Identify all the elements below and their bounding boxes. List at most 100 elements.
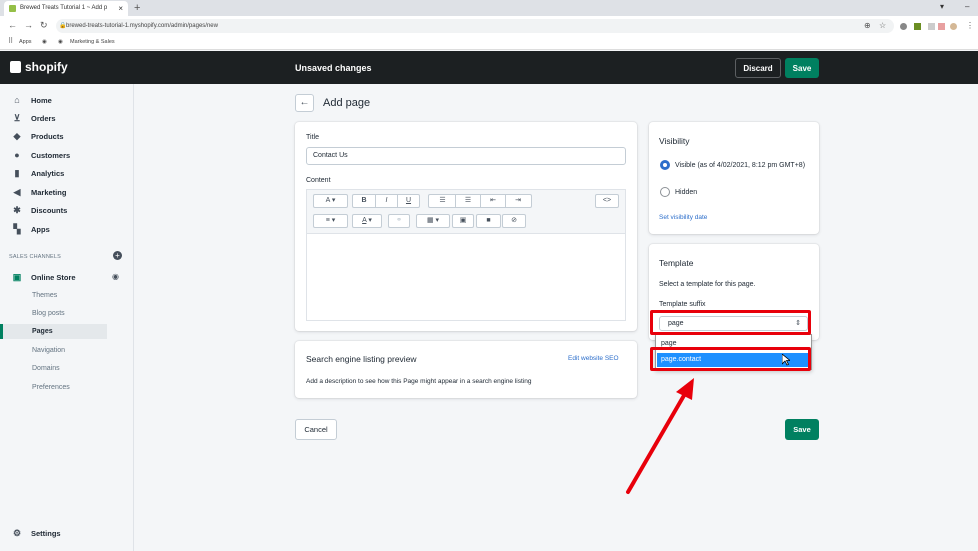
font-style-dropdown[interactable]: A ▾ <box>313 194 348 208</box>
underline-icon[interactable]: U <box>397 195 419 207</box>
sales-channels-label: SALES CHANNELS <box>9 254 62 260</box>
globe-icon: ◉ <box>42 39 47 45</box>
seo-preview-card: Search engine listing preview Edit websi… <box>295 341 637 398</box>
table-dropdown[interactable]: ▦ ▾ <box>416 214 450 228</box>
bookmark-marketing-sales[interactable]: Marketing & Sales <box>70 39 115 45</box>
sidebar-item-label: Online Store <box>31 273 76 282</box>
content-editor[interactable] <box>306 233 626 321</box>
content-label: Content <box>306 177 331 184</box>
text-format-group: BIU <box>352 194 420 208</box>
extension-icon[interactable] <box>928 23 935 30</box>
outdent-icon[interactable]: ⇤ <box>480 195 505 207</box>
sidebar-sub-item-blog-posts[interactable]: Blog posts <box>0 306 107 321</box>
bar-chart-icon: ▮ <box>14 168 20 178</box>
extension-icon[interactable] <box>900 23 907 30</box>
page-editor-card: Title Contact Us Content A ▾ BIU ☰ ☰ ⇤ ⇥ <>… <box>295 122 637 331</box>
image-icon[interactable]: ▣ <box>452 214 474 228</box>
gear-icon: ⚙ <box>12 528 22 538</box>
shopify-logo[interactable]: shopify <box>10 60 68 74</box>
bookmark-star-icon[interactable]: ☆ <box>879 21 886 30</box>
url-text: brewed-treats-tutorial-1.myshopify.com/a… <box>66 23 218 29</box>
sidebar-sub-item-pages[interactable]: Pages <box>0 324 107 339</box>
template-title: Template <box>659 258 694 268</box>
sidebar-item-label: Discounts <box>31 206 68 215</box>
sidebar-item-settings[interactable]: ⚙ Settings <box>0 525 133 541</box>
back-arrow-icon[interactable]: ← <box>8 20 17 30</box>
visibility-title: Visibility <box>659 136 690 146</box>
bookmark-apps[interactable]: Apps <box>19 39 32 45</box>
new-tab-icon[interactable]: + <box>134 2 140 14</box>
sidebar-item-analytics[interactable]: ▮ Analytics <box>0 165 133 181</box>
mouse-cursor-icon <box>782 354 790 366</box>
visible-radio-label: Visible (as of 4/02/2021, 8:12 pm GMT+8) <box>675 162 806 169</box>
visible-radio[interactable] <box>660 160 670 170</box>
add-sales-channel-icon[interactable]: + <box>113 251 122 260</box>
person-icon: ● <box>14 150 20 160</box>
sidebar-sub-item-preferences[interactable]: Preferences <box>0 380 107 395</box>
bullet-list-icon[interactable]: ☰ <box>430 195 455 207</box>
globe-icon: ◉ <box>58 39 63 45</box>
extension-icon[interactable] <box>914 23 921 30</box>
pin-icon[interactable]: ▾ <box>940 2 944 11</box>
home-icon: ⌂ <box>14 95 20 105</box>
eye-icon[interactable]: ◉ <box>112 272 119 281</box>
hidden-radio-label: Hidden <box>675 189 698 196</box>
clear-format-icon[interactable]: ⊘ <box>502 214 526 228</box>
sidebar-item-products[interactable]: ◆ Products <box>0 128 133 144</box>
list-format-group: ☰ ☰ ⇤ ⇥ <box>428 194 532 208</box>
profile-avatar[interactable] <box>950 23 957 30</box>
sidebar-item-label: Marketing <box>31 188 67 197</box>
align-dropdown[interactable]: ≡ ▾ <box>313 214 348 228</box>
browser-tab-bar: Brewed Treats Tutorial 1 ~ Add p × + ▾ – <box>0 0 978 16</box>
sidebar-item-label: Settings <box>31 529 61 538</box>
show-html-button[interactable]: <> <box>595 194 619 208</box>
sidebar-sub-item-domains[interactable]: Domains <box>0 361 107 376</box>
italic-icon[interactable]: I <box>375 195 397 207</box>
sidebar-item-orders[interactable]: ⊻ Orders <box>0 110 133 126</box>
set-visibility-date-link[interactable]: Set visibility date <box>659 214 707 221</box>
numbered-list-icon[interactable]: ☰ <box>455 195 480 207</box>
bookmarks-bar: ⠿ Apps ◉ ◉ Marketing & Sales <box>0 36 978 50</box>
bold-icon[interactable]: B <box>353 195 375 207</box>
sidebar-item-label: Orders <box>31 114 56 123</box>
arrow-left-icon: ← <box>299 97 310 108</box>
sidebar-item-home[interactable]: ⌂ Home <box>0 92 133 108</box>
tag-icon: ◆ <box>13 131 21 141</box>
hidden-radio[interactable] <box>660 187 670 197</box>
edit-seo-link[interactable]: Edit website SEO <box>568 355 619 362</box>
sidebar-sub-item-navigation[interactable]: Navigation <box>0 343 107 358</box>
save-button-top[interactable]: Save <box>785 58 819 78</box>
link-icon[interactable]: ⚭ <box>388 214 410 228</box>
admin-top-bar: shopify Unsaved changes Discard Save <box>0 51 978 84</box>
minimize-icon[interactable]: – <box>965 2 969 11</box>
title-label: Title <box>306 134 319 141</box>
address-bar[interactable]: 🔒 brewed-treats-tutorial-1.myshopify.com… <box>56 19 894 33</box>
extension-icon[interactable] <box>938 23 945 30</box>
unsaved-changes-label: Unsaved changes <box>295 63 372 73</box>
browser-tab[interactable]: Brewed Treats Tutorial 1 ~ Add p × <box>4 1 128 16</box>
sidebar-item-label: Home <box>31 96 52 105</box>
video-icon[interactable]: ■ <box>476 214 501 228</box>
sidebar-item-customers[interactable]: ● Customers <box>0 147 133 163</box>
discard-button[interactable]: Discard <box>735 58 781 78</box>
indent-icon[interactable]: ⇥ <box>505 195 530 207</box>
cancel-button[interactable]: Cancel <box>295 419 337 440</box>
sidebar-item-marketing[interactable]: ◀ Marketing <box>0 184 133 200</box>
text-color-dropdown[interactable]: A ▾ <box>352 214 382 228</box>
sidebar-sub-item-themes[interactable]: Themes <box>0 288 107 303</box>
title-input[interactable]: Contact Us <box>306 147 626 165</box>
template-description: Select a template for this page. <box>659 281 756 288</box>
sidebar: ⌂ Home ⊻ Orders ◆ Products ● Customers ▮ Anal… <box>0 84 134 551</box>
back-button[interactable]: ← <box>295 94 314 112</box>
forward-arrow-icon[interactable]: → <box>24 20 33 30</box>
zoom-icon[interactable]: ⊕ <box>864 21 871 30</box>
orders-icon: ⊻ <box>13 113 21 123</box>
apps-grid-icon[interactable]: ⠿ <box>8 37 13 45</box>
save-button-bottom[interactable]: Save <box>785 419 819 440</box>
sidebar-item-discounts[interactable]: ✱ Discounts <box>0 202 133 218</box>
reload-icon[interactable]: ↻ <box>40 20 48 31</box>
close-tab-icon[interactable]: × <box>118 4 123 13</box>
sidebar-item-apps[interactable]: ▚ Apps <box>0 221 133 237</box>
browser-menu-icon[interactable]: ⋮ <box>966 21 974 30</box>
browser-tab-title: Brewed Treats Tutorial 1 ~ Add p <box>20 5 108 11</box>
